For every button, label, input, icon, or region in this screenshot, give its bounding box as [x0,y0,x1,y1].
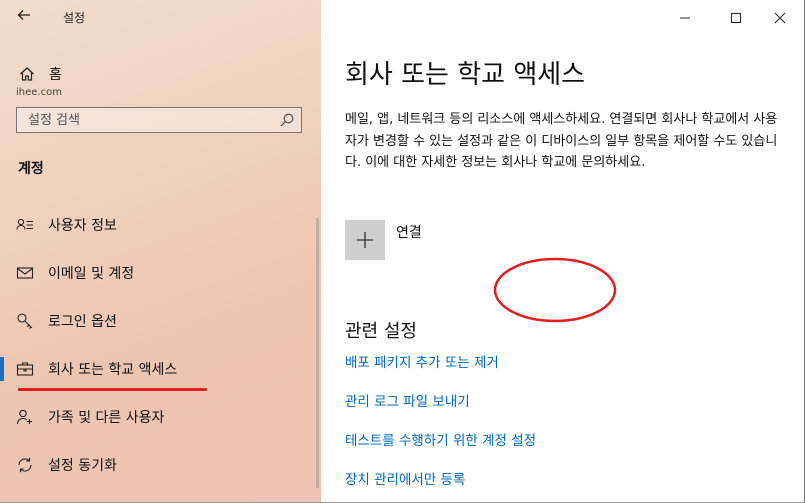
sidebar-item-label: 이메일 및 계정 [48,266,135,282]
home-icon [20,67,34,81]
link-test-account[interactable]: 테스트를 수행하기 위한 계정 설정 [345,429,536,449]
titlebar-left: 설정 [0,0,321,34]
search-icon[interactable] [278,111,296,129]
sidebar-item-user-info[interactable]: 사용자 정보 [0,205,321,245]
page-description: 메일, 앱, 네트워크 등의 리소스에 액세스하세요. 연결되면 회사나 학교에… [345,112,778,170]
close-icon [774,12,786,24]
sidebar-item-label: 가족 및 다른 사용자 [48,410,165,426]
mail-icon [16,267,34,279]
link-send-log-files[interactable]: 관리 로그 파일 보내기 [345,390,470,410]
plus-icon [357,232,373,248]
key-icon [17,313,33,329]
sidebar: 설정 홈 ihee.com 계정 사용자 정보 이메일 및 계정 로그인 옵션 … [0,0,321,503]
connect-button[interactable] [345,220,385,260]
annotation-underline [18,388,207,391]
sidebar-item-sign-in[interactable]: 로그인 옵션 [0,301,321,341]
add-user-icon [16,409,32,425]
sidebar-item-label: 사용자 정보 [48,218,117,234]
sidebar-item-work-school[interactable]: 회사 또는 학교 액세스 [0,349,321,389]
sidebar-item-label: 회사 또는 학교 액세스 [48,362,178,378]
minimize-button[interactable] [662,4,708,32]
related-settings-title: 관련 설정 [345,321,417,342]
briefcase-icon [16,362,34,376]
maximize-icon [731,13,741,23]
sidebar-item-label: 로그인 옵션 [48,314,117,330]
search-input[interactable] [17,108,278,132]
maximize-button[interactable] [713,4,759,32]
content-pane: 회사 또는 학교 액세스 메일, 앱, 네트워크 등의 리소스에 액세스하세요.… [321,0,805,503]
sidebar-item-home[interactable]: 홈 [18,64,62,84]
watermark-text: ihee.com [16,87,62,98]
connect-label[interactable]: 연결 [396,222,422,242]
page-title: 회사 또는 학교 액세스 [345,60,586,90]
app-title: 설정 [63,11,86,25]
settings-window: 설정 홈 ihee.com 계정 사용자 정보 이메일 및 계정 로그인 옵션 … [0,0,805,503]
sidebar-item-sync[interactable]: 설정 동기화 [0,445,321,485]
link-deployment-package[interactable]: 배포 패키지 추가 또는 제거 [345,351,499,371]
sync-icon [18,457,32,473]
section-title: 계정 [18,161,44,177]
close-button[interactable] [757,4,803,32]
link-device-management-enroll[interactable]: 장치 관리에서만 등록 [345,468,465,488]
sidebar-item-label: 설정 동기화 [48,458,117,474]
sidebar-item-email[interactable]: 이메일 및 계정 [0,253,321,293]
sidebar-item-family[interactable]: 가족 및 다른 사용자 [0,397,321,437]
search-box[interactable] [16,107,302,133]
sidebar-scrollbar[interactable] [316,218,319,488]
home-label: 홈 [49,67,62,83]
minimize-icon [680,17,690,19]
back-arrow-icon[interactable] [14,7,34,27]
user-info-icon [16,218,33,230]
annotation-circle [493,257,617,323]
